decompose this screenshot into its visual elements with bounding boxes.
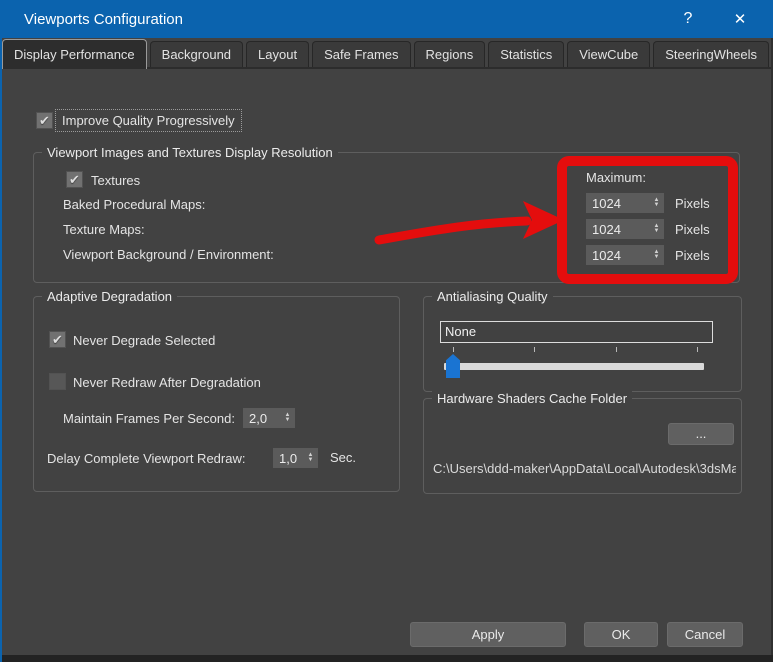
never-redraw-after-degradation-label[interactable]: Never Redraw After Degradation: [73, 375, 261, 390]
window-border-left: [0, 0, 2, 662]
spinner-arrows: ▲ ▼: [280, 408, 295, 428]
spinner-value[interactable]: 1,0: [273, 448, 303, 468]
antialiasing-slider-thumb[interactable]: [446, 354, 460, 378]
ok-button[interactable]: OK: [584, 622, 658, 647]
spinner-value[interactable]: 1024: [586, 245, 649, 265]
spinner-down-icon[interactable]: ▼: [654, 254, 660, 260]
spinner-arrows: ▲ ▼: [303, 448, 318, 468]
spinner-value[interactable]: 1024: [586, 193, 649, 213]
cache-folder-path: C:\Users\ddd-maker\AppData\Local\Autodes…: [433, 461, 736, 476]
sec-label: Sec.: [330, 450, 357, 465]
slider-tick: [534, 347, 535, 352]
group-title: Viewport Images and Textures Display Res…: [42, 145, 338, 160]
window-border-bottom: [0, 655, 773, 662]
spinner-down-icon[interactable]: ▼: [654, 228, 660, 234]
group-title: Adaptive Degradation: [42, 289, 178, 304]
improve-quality-label[interactable]: Improve Quality Progressively: [55, 109, 242, 132]
tab-steeringwheels[interactable]: SteeringWheels: [653, 41, 770, 67]
baked-procedural-maps-label: Baked Procedural Maps:: [63, 197, 206, 212]
group-title: Hardware Shaders Cache Folder: [432, 391, 633, 406]
viewports-configuration-dialog: Viewports Configuration ? ✕ Display Perf…: [0, 0, 773, 662]
tab-viewcube[interactable]: ViewCube: [567, 41, 651, 67]
viewport-background-environment-label: Viewport Background / Environment:: [63, 247, 274, 262]
group-title: Antialiasing Quality: [432, 289, 553, 304]
title-bar[interactable]: Viewports Configuration ? ✕: [0, 0, 773, 38]
delay-redraw-spinner[interactable]: 1,0 ▲ ▼: [273, 448, 318, 468]
spinner-down-icon[interactable]: ▼: [654, 202, 660, 208]
check-icon: ✔: [69, 172, 80, 187]
antialiasing-quality-group: Antialiasing Quality None: [423, 289, 742, 392]
tab-display-performance[interactable]: Display Performance: [2, 39, 147, 69]
spinner-value[interactable]: 2,0: [243, 408, 280, 428]
texture-maps-spinner[interactable]: 1024 ▲ ▼: [586, 219, 664, 239]
browse-folder-button[interactable]: ...: [668, 423, 734, 445]
tab-regions[interactable]: Regions: [413, 41, 486, 67]
never-degrade-selected-label[interactable]: Never Degrade Selected: [73, 333, 215, 348]
tab-background[interactable]: Background: [149, 41, 244, 67]
antialiasing-slider-track[interactable]: [444, 363, 704, 370]
tab-bar: Display Performance Background Layout Sa…: [0, 38, 773, 69]
never-redraw-after-degradation-checkbox[interactable]: [49, 373, 66, 390]
check-icon: ✔: [52, 332, 63, 347]
spinner-arrows: ▲ ▼: [649, 245, 664, 265]
hardware-shaders-cache-group: Hardware Shaders Cache Folder ... C:\Use…: [423, 391, 742, 494]
delay-redraw-label: Delay Complete Viewport Redraw:: [47, 451, 246, 466]
antialiasing-quality-field[interactable]: None: [440, 321, 713, 343]
maximum-label: Maximum:: [586, 170, 646, 185]
tab-safe-frames[interactable]: Safe Frames: [312, 41, 411, 67]
textures-checkbox[interactable]: ✔: [66, 171, 83, 188]
texture-maps-label: Texture Maps:: [63, 222, 145, 237]
pixels-label: Pixels: [675, 222, 710, 237]
spinner-down-icon[interactable]: ▼: [285, 417, 291, 423]
never-degrade-selected-checkbox[interactable]: ✔: [49, 331, 66, 348]
check-icon: ✔: [39, 113, 50, 128]
window-title: Viewports Configuration: [24, 10, 183, 28]
improve-quality-checkbox[interactable]: ✔: [36, 112, 53, 129]
spinner-arrows: ▲ ▼: [649, 219, 664, 239]
cancel-button[interactable]: Cancel: [667, 622, 743, 647]
pixels-label: Pixels: [675, 196, 710, 211]
textures-label[interactable]: Textures: [91, 173, 140, 188]
help-icon[interactable]: ?: [665, 0, 711, 38]
spinner-arrows: ▲ ▼: [649, 193, 664, 213]
slider-tick: [453, 347, 454, 352]
tab-statistics[interactable]: Statistics: [488, 41, 565, 67]
spinner-value[interactable]: 1024: [586, 219, 649, 239]
baked-procedural-maps-spinner[interactable]: 1024 ▲ ▼: [586, 193, 664, 213]
spinner-down-icon[interactable]: ▼: [308, 457, 314, 463]
maintain-fps-spinner[interactable]: 2,0 ▲ ▼: [243, 408, 295, 428]
close-icon[interactable]: ✕: [717, 0, 763, 38]
slider-tick: [616, 347, 617, 352]
apply-button[interactable]: Apply: [410, 622, 566, 647]
slider-tick: [697, 347, 698, 352]
tab-layout[interactable]: Layout: [246, 41, 310, 67]
viewport-background-spinner[interactable]: 1024 ▲ ▼: [586, 245, 664, 265]
pixels-label: Pixels: [675, 248, 710, 263]
maintain-fps-label: Maintain Frames Per Second:: [63, 411, 235, 426]
